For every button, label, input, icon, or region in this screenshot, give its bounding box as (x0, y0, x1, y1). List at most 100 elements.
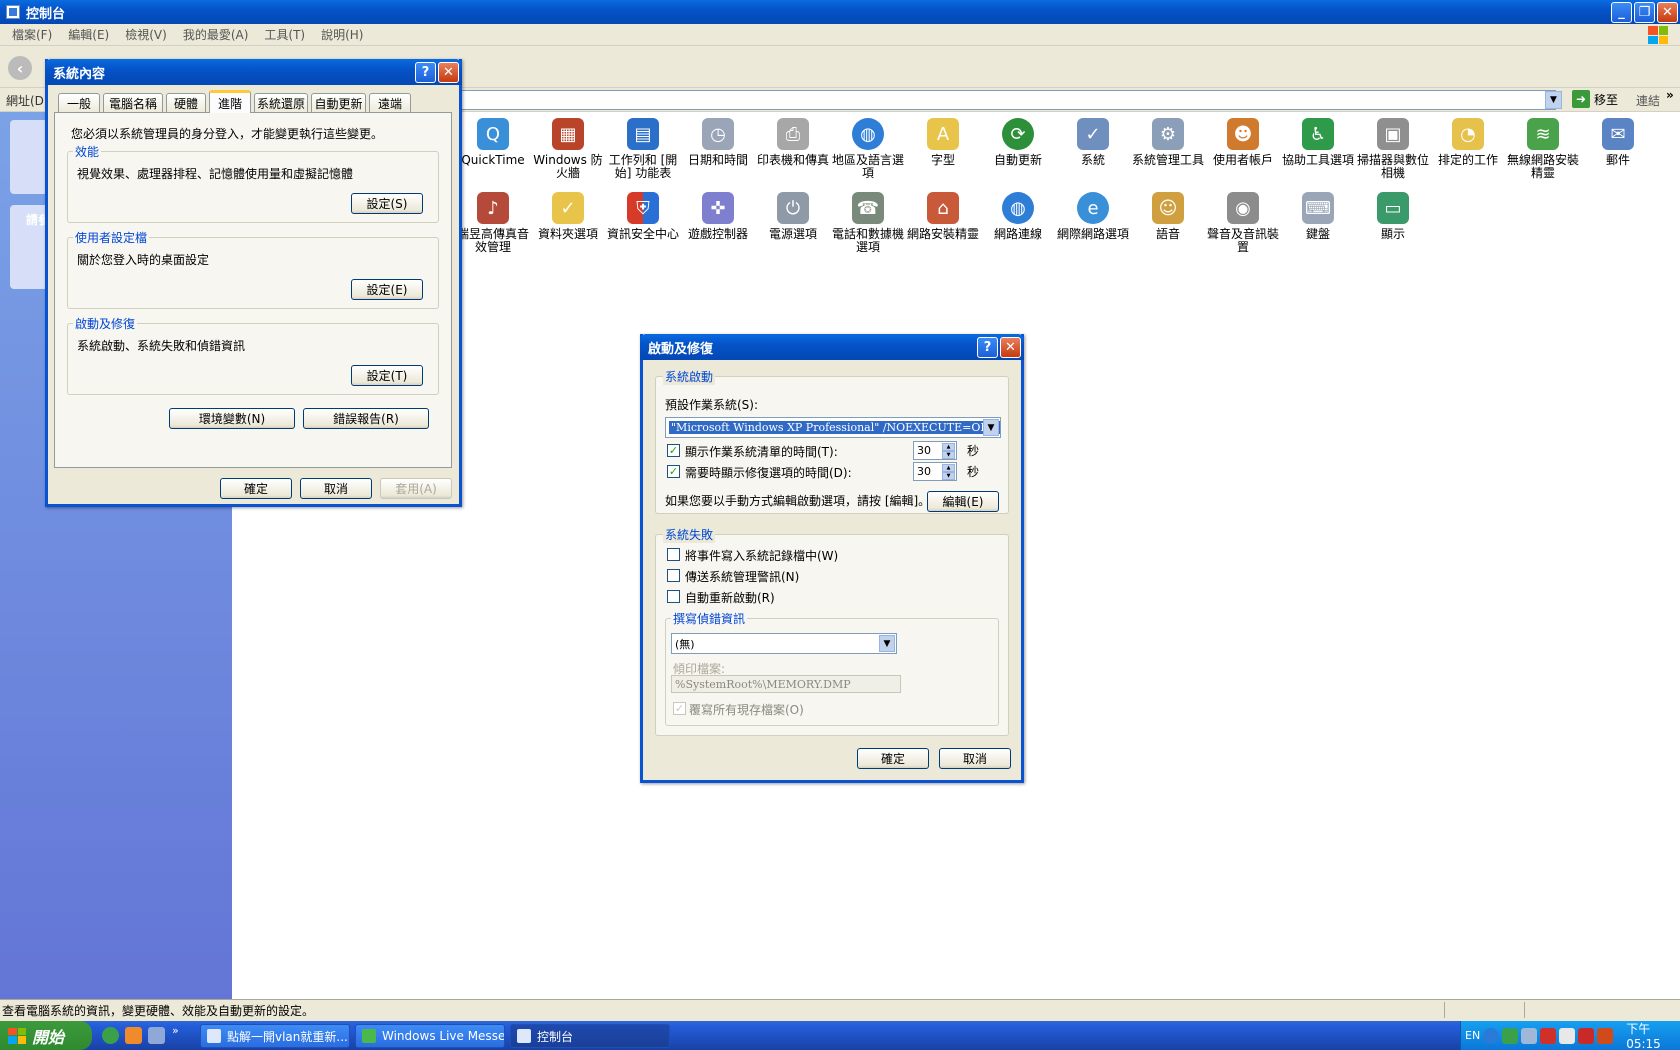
show-os-list-stepper[interactable]: 30 ▲ ▼ (913, 441, 957, 460)
close-button[interactable]: ✕ (1657, 2, 1678, 23)
links-more-icon[interactable]: » (1666, 88, 1674, 102)
startup-ok-button[interactable]: 確定 (857, 748, 929, 769)
spin-down-icon[interactable]: ▼ (942, 472, 955, 480)
send-alert-checkbox[interactable]: ✓ (667, 569, 680, 582)
cp-item-taskbar[interactable]: ▤ 工作列和 [開始] 功能表 (606, 118, 680, 180)
minimize-button[interactable]: _ (1611, 2, 1632, 23)
tray-expand-icon[interactable] (1483, 1027, 1500, 1044)
tray-ati-icon[interactable] (1540, 1027, 1557, 1044)
menu-file[interactable]: 檔案(F) (12, 26, 52, 43)
startup-recovery-settings-button[interactable]: 設定(T) (351, 365, 423, 386)
default-os-select[interactable]: "Microsoft Windows XP Professional" /NOE… (665, 417, 1001, 438)
spin-down-icon[interactable]: ▼ (942, 451, 955, 459)
cp-item-scheduled-tasks[interactable]: ◔ 排定的工作 (1431, 118, 1505, 167)
edit-button[interactable]: 編輯(E) (927, 491, 999, 512)
maximize-button[interactable]: ❐ (1634, 2, 1655, 23)
cp-item-scanners[interactable]: ▣ 掃描器與數位相機 (1356, 118, 1430, 180)
messenger-quicklaunch-icon[interactable] (102, 1027, 119, 1044)
startup-help-button[interactable]: ? (977, 337, 998, 358)
cp-item-phone-modem[interactable]: ☎ 電話和數據機選項 (831, 192, 905, 254)
task-messenger[interactable]: Windows Live Messen... (355, 1024, 505, 1048)
tray-network-icon[interactable] (1521, 1027, 1538, 1044)
cp-item-keyboard[interactable]: ⌨ 鍵盤 (1281, 192, 1355, 241)
show-recovery-stepper[interactable]: 30 ▲ ▼ (913, 462, 957, 481)
task-browser[interactable]: 點解一開vlan就重新... (200, 1024, 350, 1048)
error-reporting-button[interactable]: 錯誤報告(R) (303, 408, 429, 429)
tray-ve-icon[interactable] (1559, 1027, 1576, 1044)
startup-cancel-button[interactable]: 取消 (939, 748, 1011, 769)
debug-info-select[interactable]: (無) ▼ (671, 633, 897, 654)
cp-item-wireless-wizard[interactable]: ≋ 無線網路安裝精靈 (1506, 118, 1580, 180)
auto-restart-checkbox[interactable]: ✓ (667, 590, 680, 603)
cp-item-admin-tools[interactable]: ⚙ 系統管理工具 (1131, 118, 1205, 167)
user-profiles-settings-button[interactable]: 設定(E) (351, 279, 423, 300)
tab-computer-name[interactable]: 電腦名稱 (103, 93, 163, 113)
cp-item-user-accounts[interactable]: ☻ 使用者帳戶 (1206, 118, 1280, 167)
cp-item-firewall[interactable]: ▦ Windows 防火牆 (531, 118, 605, 180)
write-event-checkbox[interactable]: ✓ (667, 548, 680, 561)
tab-remote[interactable]: 遠端 (369, 93, 411, 113)
help-button[interactable]: ? (415, 62, 436, 83)
cp-item-game-controllers[interactable]: ✜ 遊戲控制器 (681, 192, 755, 241)
cp-item-security-center[interactable]: ⛨ 資訊安全中心 (606, 192, 680, 241)
sysprop-ok-button[interactable]: 確定 (220, 478, 292, 499)
cp-item-display[interactable]: ▭ 顯示 (1356, 192, 1430, 241)
spin-up-icon[interactable]: ▲ (942, 464, 955, 472)
cp-item-auto-update[interactable]: ⟳ 自動更新 (981, 118, 1055, 167)
rss-quicklaunch-icon[interactable] (125, 1027, 142, 1044)
go-button[interactable]: ➜ 移至 (1572, 90, 1618, 108)
cp-item-network-wizard[interactable]: ⌂ 網路安裝精靈 (906, 192, 980, 241)
links-label[interactable]: 連結 (1636, 92, 1660, 109)
tab-auto-update[interactable]: 自動更新 (311, 93, 366, 113)
cp-item-printers[interactable]: ⎙ 印表機和傳真 (756, 118, 830, 167)
spin-up-icon[interactable]: ▲ (942, 443, 955, 451)
cp-item-system[interactable]: ✓ 系統 (1056, 118, 1130, 167)
startup-close-button[interactable]: ✕ (1000, 337, 1021, 358)
tray-antivirus-icon[interactable] (1578, 1027, 1595, 1044)
main-title-bar[interactable]: 控制台 _ ❐ ✕ (0, 0, 1680, 24)
task-control-panel[interactable]: 控制台 (510, 1024, 670, 1048)
startup-title-bar[interactable]: 啟動及修復 ? ✕ (640, 334, 1024, 360)
cp-item-quicktime[interactable]: Q QuickTime (456, 118, 530, 167)
tab-hardware[interactable]: 硬體 (166, 93, 206, 113)
cp-item-fonts[interactable]: A 字型 (906, 118, 980, 167)
menu-view[interactable]: 檢視(V) (125, 26, 167, 43)
tab-advanced[interactable]: 進階 (209, 90, 251, 113)
cp-item-mail[interactable]: ✉ 郵件 (1581, 118, 1655, 167)
menu-edit[interactable]: 編輯(E) (68, 26, 109, 43)
tray-messenger-icon[interactable] (1502, 1027, 1519, 1044)
chevron-down-icon[interactable]: ▼ (983, 419, 999, 436)
overwrite-checkbox[interactable]: ✓ (673, 702, 686, 715)
quicklaunch-more-icon[interactable]: » (172, 1024, 179, 1037)
chevron-down-icon[interactable]: ▼ (879, 635, 895, 652)
menu-favorites[interactable]: 我的最愛(A) (183, 26, 249, 43)
menu-tools[interactable]: 工具(T) (264, 26, 305, 43)
tab-system-restore[interactable]: 系統還原 (254, 93, 308, 113)
dump-file-input[interactable]: %SystemRoot%\MEMORY.DMP (671, 675, 901, 693)
sysprop-close-button[interactable]: ✕ (438, 62, 459, 83)
environment-variables-button[interactable]: 環境變數(N) (169, 408, 295, 429)
desktop-quicklaunch-icon[interactable] (148, 1027, 165, 1044)
cp-item-internet-options[interactable]: e 網際網路選項 (1056, 192, 1130, 241)
sysprop-cancel-button[interactable]: 取消 (300, 478, 372, 499)
cp-item-folder-options[interactable]: ✓ 資料夾選項 (531, 192, 605, 241)
cp-item-realtek-audio[interactable]: ♪ 瑞昱高傳真音效管理 (456, 192, 530, 254)
cp-item-power-options[interactable]: ⏻ 電源選項 (756, 192, 830, 241)
performance-settings-button[interactable]: 設定(S) (351, 193, 423, 214)
start-button[interactable]: 開始 (0, 1021, 92, 1050)
cp-item-regional[interactable]: ◍ 地區及語言選項 (831, 118, 905, 180)
cp-item-network-connections[interactable]: ◍ 網路連線 (981, 192, 1055, 241)
address-input[interactable] (460, 90, 1556, 110)
show-os-list-checkbox[interactable]: ✓ (667, 444, 680, 457)
menu-help[interactable]: 說明(H) (321, 26, 363, 43)
tab-general[interactable]: 一般 (58, 93, 100, 113)
cp-item-datetime[interactable]: ◷ 日期和時間 (681, 118, 755, 167)
sysprop-apply-button[interactable]: 套用(A) (380, 478, 452, 499)
show-recovery-checkbox[interactable]: ✓ (667, 465, 680, 478)
back-arrow-icon[interactable]: ‹ (8, 56, 32, 80)
sysprop-title-bar[interactable]: 系統內容 ? ✕ (45, 59, 462, 85)
cp-item-speech[interactable]: ☺ 語音 (1131, 192, 1205, 241)
cp-item-sounds[interactable]: ◉ 聲音及音訊裝置 (1206, 192, 1280, 254)
language-indicator[interactable]: EN (1465, 1029, 1480, 1042)
address-dropdown-icon[interactable]: ▼ (1545, 91, 1562, 109)
